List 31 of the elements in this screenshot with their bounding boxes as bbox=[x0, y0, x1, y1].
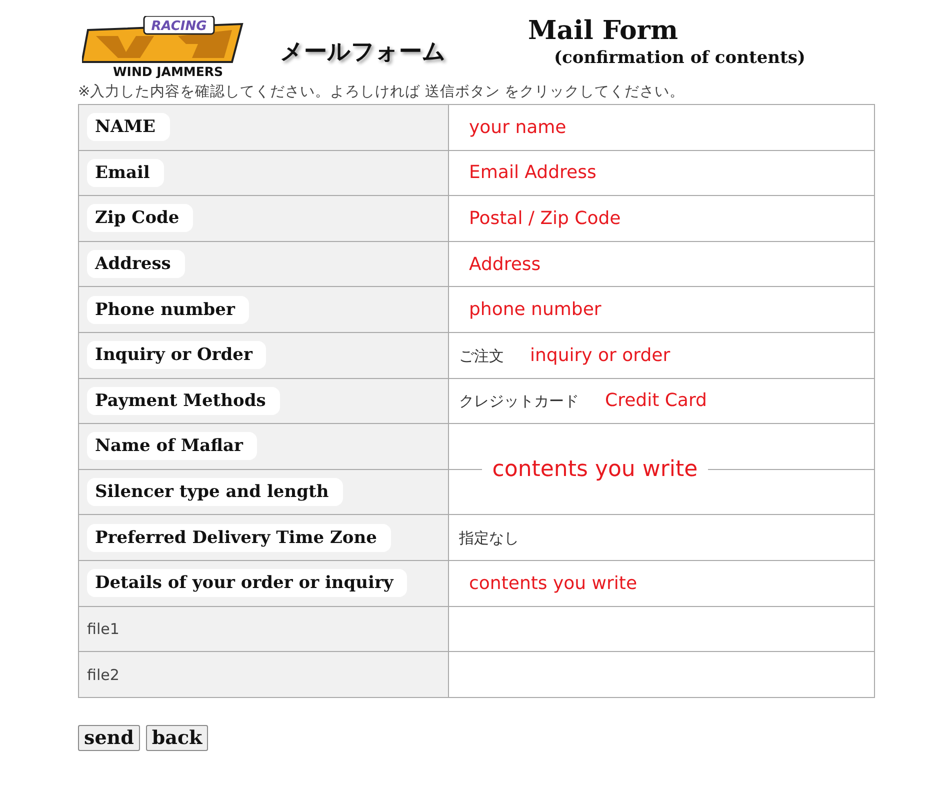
page-title: Mail Form bbox=[528, 16, 678, 46]
field-value: ご注文 bbox=[459, 346, 504, 365]
field-label: file2 bbox=[87, 666, 120, 684]
field-label: Inquiry or Order bbox=[87, 341, 266, 370]
field-label: Preferred Delivery Time Zone bbox=[87, 524, 391, 552]
annotation-text: contents you write bbox=[469, 572, 638, 594]
field-label: Email bbox=[87, 158, 164, 187]
annotation-text: contents you write bbox=[492, 456, 698, 482]
send-button[interactable]: send bbox=[78, 724, 140, 751]
field-label: Name of Maflar bbox=[87, 432, 258, 460]
annotation-text: Credit Card bbox=[605, 390, 707, 412]
field-label: Phone number bbox=[87, 296, 249, 324]
back-button[interactable]: back bbox=[146, 724, 208, 751]
field-label: Details of your order or inquiry bbox=[87, 569, 408, 598]
field-label: Zip Code bbox=[87, 204, 194, 232]
field-value: クレジットカード bbox=[459, 392, 579, 410]
annotation-text: Postal / Zip Code bbox=[469, 208, 621, 229]
field-label: file1 bbox=[87, 620, 120, 638]
annotation-text: phone number bbox=[469, 299, 602, 320]
field-value: 指定なし bbox=[459, 528, 519, 547]
page-heading: メールフォーム bbox=[280, 38, 446, 67]
annotation-text: inquiry or order bbox=[530, 344, 670, 366]
field-label: Address bbox=[87, 250, 185, 278]
field-label: Silencer type and length bbox=[87, 478, 343, 506]
notice-text: ※入力した内容を確認してください。よろしければ 送信ボタン をクリックしてください。 bbox=[78, 82, 686, 101]
annotation-text: Address bbox=[469, 254, 541, 275]
page-subtitle: (confirmation of contents) bbox=[554, 48, 806, 68]
field-label: Payment Methods bbox=[87, 386, 280, 415]
annotation-text: your name bbox=[469, 116, 566, 138]
annotation-text: Email Address bbox=[469, 162, 596, 184]
field-label: NAME bbox=[87, 113, 170, 142]
